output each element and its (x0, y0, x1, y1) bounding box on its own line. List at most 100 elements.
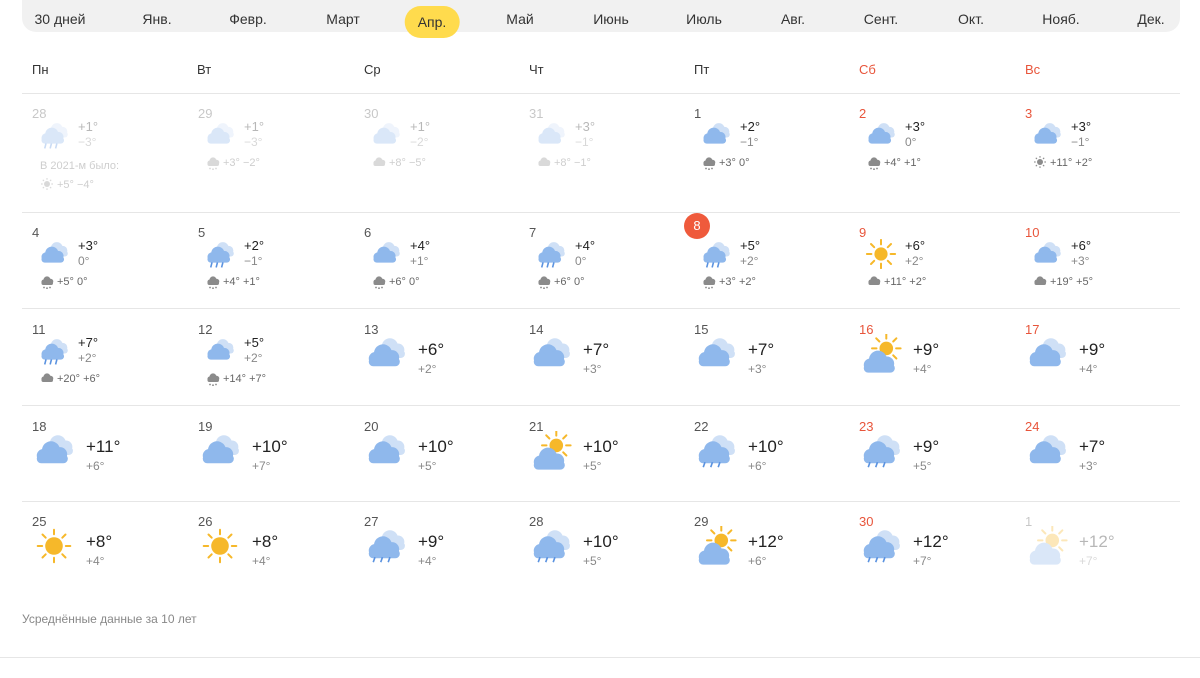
calendar-day[interactable]: 13 +6° +2° (364, 322, 524, 416)
calendar-day[interactable]: 18 +11° +6° (32, 419, 192, 513)
calendar-day[interactable]: 11 +7° +2° +20° +6° (32, 322, 192, 416)
min-temperature: +7° (252, 459, 271, 473)
month-tab[interactable]: Сент. (851, 0, 911, 38)
calendar-day[interactable]: 4 +3° 0° +5° 0° (32, 225, 192, 319)
history-2021-weather: +5° −4° (40, 178, 94, 192)
sun-icon (40, 178, 57, 191)
calendar-day[interactable]: 6 +4° +1° +6° 0° (364, 225, 524, 319)
calendar-day[interactable]: 2 +3° 0° +4° +1° (859, 106, 1019, 200)
month-tab[interactable]: Авг. (768, 0, 818, 38)
history-2021-weather: +5° 0° (40, 275, 88, 290)
history-temperatures: +4° +1° (223, 275, 260, 288)
cloud-dark-icon (1033, 276, 1050, 288)
min-temperature: −3° (244, 135, 263, 149)
calendar-day[interactable]: 30 +1° −2° +8° −5° (364, 106, 524, 200)
cloud-rain-icon (859, 526, 903, 566)
calendar-day[interactable]: 8 +5° +2° +3° +2° (684, 213, 854, 319)
max-temperature: +8° (252, 532, 279, 551)
history-temperatures: +4° +1° (884, 156, 921, 169)
max-temperature: +6° (905, 238, 926, 253)
calendar-day[interactable]: 24 +7° +3° (1025, 419, 1185, 513)
calendar-day[interactable]: 17 +9° +4° (1025, 322, 1185, 416)
sun-icon (1033, 156, 1050, 169)
history-temperatures: +11° +2° (1050, 156, 1093, 169)
min-temperature: 0° (575, 254, 587, 268)
sun-icon (32, 526, 76, 566)
calendar-day[interactable]: 25 +8° +4° (32, 514, 192, 608)
cloud-icon (1031, 120, 1063, 150)
calendar-day[interactable]: 7 +4° 0° +6° 0° (529, 225, 689, 319)
calendar-day[interactable]: 1 +12° +7° (1025, 514, 1185, 608)
cloud-icon (1031, 239, 1063, 269)
min-temperature: +6° (748, 459, 767, 473)
max-temperature: +3° (78, 238, 99, 253)
month-tab[interactable]: Дек. (1124, 0, 1177, 38)
min-temperature: +5° (583, 459, 602, 473)
max-temperature: +3° (905, 119, 926, 134)
weekday-header: Чт (529, 62, 544, 77)
max-temperature: +1° (410, 119, 431, 134)
calendar-day[interactable]: 20 +10° +5° (364, 419, 524, 513)
month-tab[interactable]: Янв. (129, 0, 184, 38)
calendar-day[interactable]: 27 +9° +4° (364, 514, 524, 608)
calendar-day[interactable]: 14 +7° +3° (529, 322, 689, 416)
min-temperature: +2° (244, 351, 263, 365)
month-tab[interactable]: Окт. (945, 0, 997, 38)
calendar-day[interactable]: 29 +12° +6° (694, 514, 854, 608)
min-temperature: +2° (740, 254, 759, 268)
max-temperature: +7° (583, 340, 610, 359)
calendar-day[interactable]: 15 +7° +3° (694, 322, 854, 416)
calendar-day[interactable]: 31 +3° −1° +8° −1° (529, 106, 689, 200)
calendar-day[interactable]: 29 +1° −3° +3° −2° (198, 106, 358, 200)
history-2021-weather: +11° +2° (1033, 156, 1092, 170)
min-temperature: +1° (410, 254, 429, 268)
month-tab[interactable]: Май (493, 0, 546, 38)
averaged-data-note: Усреднённые данные за 10 лет (22, 612, 197, 626)
calendar-day[interactable]: 9 +6° +2° +11° +2° (859, 225, 1019, 319)
max-temperature: +9° (1079, 340, 1106, 359)
month-tab[interactable]: Февр. (216, 0, 280, 38)
calendar-day[interactable]: 30 +12° +7° (859, 514, 1019, 608)
month-tab[interactable]: Март (313, 0, 373, 38)
max-temperature: +8° (86, 532, 113, 551)
calendar-day[interactable]: 21 +10° +5° (529, 419, 689, 513)
min-temperature: −2° (410, 135, 429, 149)
max-temperature: +4° (575, 238, 596, 253)
cloud-icon (1025, 431, 1069, 471)
max-temperature: +1° (244, 119, 265, 134)
history-temperatures: +11° +2° (884, 275, 927, 288)
calendar-day[interactable]: 16 +9° +4° (859, 322, 1019, 416)
month-tab[interactable]: Апр. (404, 6, 460, 38)
cloud-rain-icon (859, 431, 903, 471)
cloud-sun-icon (372, 157, 389, 169)
max-temperature: +9° (418, 532, 445, 551)
day-number: 3 (1025, 106, 1033, 121)
history-2021-weather: +3° 0° (702, 156, 750, 171)
calendar-day[interactable]: 23 +9° +5° (859, 419, 1019, 513)
calendar-day[interactable]: 19 +10° +7° (198, 419, 358, 513)
month-tab[interactable]: Июнь (580, 0, 642, 38)
history-2021-weather: +19° +5° (1033, 275, 1093, 289)
calendar-day[interactable]: 1 +2° −1° +3° 0° (694, 106, 854, 200)
month-tab[interactable]: Июль (673, 0, 735, 38)
max-temperature: +5° (244, 335, 265, 350)
max-temperature: +10° (583, 532, 619, 551)
history-temperatures: +8° −1° (554, 156, 591, 169)
day-number: 1 (694, 106, 702, 121)
calendar-day[interactable]: 12 +5° +2° +14° +7° (198, 322, 358, 416)
month-tab[interactable]: Нояб. (1029, 0, 1092, 38)
calendar-day[interactable]: 26 +8° +4° (198, 514, 358, 608)
calendar-day[interactable]: 28 +1° −3° В 2021-м было: +5° −4° (32, 106, 192, 200)
max-temperature: +12° (748, 532, 784, 551)
calendar-day[interactable]: 10 +6° +3° +19° +5° (1025, 225, 1185, 319)
calendar-day[interactable]: 22 +10° +6° (694, 419, 854, 513)
history-temperatures: +19° +5° (1050, 275, 1094, 288)
calendar-day[interactable]: 28 +10° +5° (529, 514, 689, 608)
sun-rain-icon (206, 157, 223, 171)
day-number: 4 (32, 225, 40, 240)
calendar-day[interactable]: 3 +3° −1° +11° +2° (1025, 106, 1185, 200)
cloud-rain-icon (694, 431, 738, 471)
sun-cloud-icon (529, 430, 573, 471)
tab-30-days[interactable]: 30 дней (22, 0, 99, 38)
calendar-day[interactable]: 5 +2° −1° +4° +1° (198, 225, 358, 319)
